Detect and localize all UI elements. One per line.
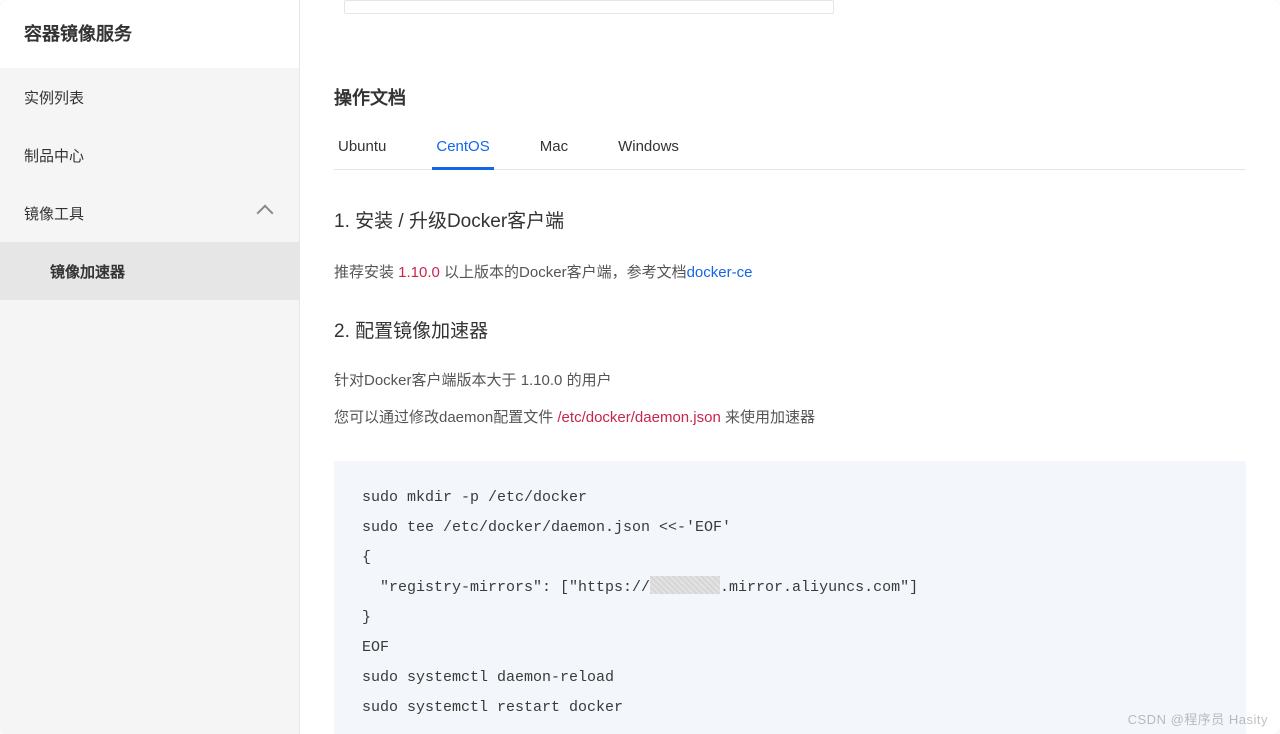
code-line: sudo systemctl restart docker xyxy=(362,699,623,716)
step2-line2: 您可以通过修改daemon配置文件 /etc/docker/daemon.jso… xyxy=(334,404,1246,431)
docker-ce-link[interactable]: docker-ce xyxy=(687,264,753,281)
code-line: sudo mkdir -p /etc/docker xyxy=(362,489,587,506)
code-line: sudo systemctl daemon-reload xyxy=(362,669,614,686)
code-line: } xyxy=(362,609,371,626)
code-line: .mirror.aliyuncs.com"] xyxy=(720,579,918,596)
text: 推荐安装 xyxy=(334,264,398,281)
text: 以上版本的Docker客户端，参考文档 xyxy=(440,264,687,281)
text: 的用户 xyxy=(562,372,611,389)
sidebar-item-label: 制品中心 xyxy=(24,145,84,166)
sidebar-subitem-mirror-accelerator[interactable]: 镜像加速器 xyxy=(0,242,299,300)
sidebar-item-label: 实例列表 xyxy=(24,87,84,108)
text: 您可以通过修改daemon配置文件 xyxy=(334,409,557,426)
sidebar-subitem-label: 镜像加速器 xyxy=(50,261,125,282)
code-line: "registry-mirrors": ["https:// xyxy=(362,579,650,596)
page-wrapper: 容器镜像服务 实例列表 制品中心 镜像工具 镜像加速器 操作文档 Ubuntu … xyxy=(0,0,1280,734)
tab-mac[interactable]: Mac xyxy=(536,128,572,169)
step2-line1: 针对Docker客户端版本大于 1.10.0 的用户 xyxy=(334,369,1246,390)
step1-title: 1. 安装 / 升级Docker客户端 xyxy=(334,206,1246,233)
version-text: 1.10.0 xyxy=(398,264,440,281)
code-line: { xyxy=(362,549,371,566)
input-placeholder-box xyxy=(344,0,834,14)
sidebar-item-products[interactable]: 制品中心 xyxy=(0,126,299,184)
redacted-subdomain xyxy=(650,576,720,594)
step1-paragraph: 推荐安装 1.10.0 以上版本的Docker客户端，参考文档docker-ce xyxy=(334,259,1246,286)
watermark: CSDN @程序员 Hasity xyxy=(1128,709,1268,728)
config-path: /etc/docker/daemon.json xyxy=(557,409,720,426)
tab-ubuntu[interactable]: Ubuntu xyxy=(334,128,390,169)
sidebar-item-instances[interactable]: 实例列表 xyxy=(0,68,299,126)
tab-windows[interactable]: Windows xyxy=(614,128,683,169)
main-content: 操作文档 Ubuntu CentOS Mac Windows 1. 安装 / 升… xyxy=(300,0,1280,734)
sidebar-item-label: 镜像工具 xyxy=(24,203,84,224)
code-line: EOF xyxy=(362,639,389,656)
sidebar-title: 容器镜像服务 xyxy=(0,0,299,68)
code-line: sudo tee /etc/docker/daemon.json <<-'EOF… xyxy=(362,519,731,536)
step2-title: 2. 配置镜像加速器 xyxy=(334,316,1246,343)
sidebar: 容器镜像服务 实例列表 制品中心 镜像工具 镜像加速器 xyxy=(0,0,300,734)
chevron-up-icon xyxy=(257,205,274,222)
sidebar-item-mirror-tools[interactable]: 镜像工具 xyxy=(0,184,299,242)
version-text: 1.10.0 xyxy=(521,372,563,389)
text: 来使用加速器 xyxy=(721,409,815,426)
tab-centos[interactable]: CentOS xyxy=(432,128,493,169)
os-tabs: Ubuntu CentOS Mac Windows xyxy=(334,128,1246,170)
text: 针对Docker客户端版本大于 xyxy=(334,372,521,389)
doc-heading: 操作文档 xyxy=(334,84,1246,110)
code-block: sudo mkdir -p /etc/docker sudo tee /etc/… xyxy=(334,461,1246,734)
